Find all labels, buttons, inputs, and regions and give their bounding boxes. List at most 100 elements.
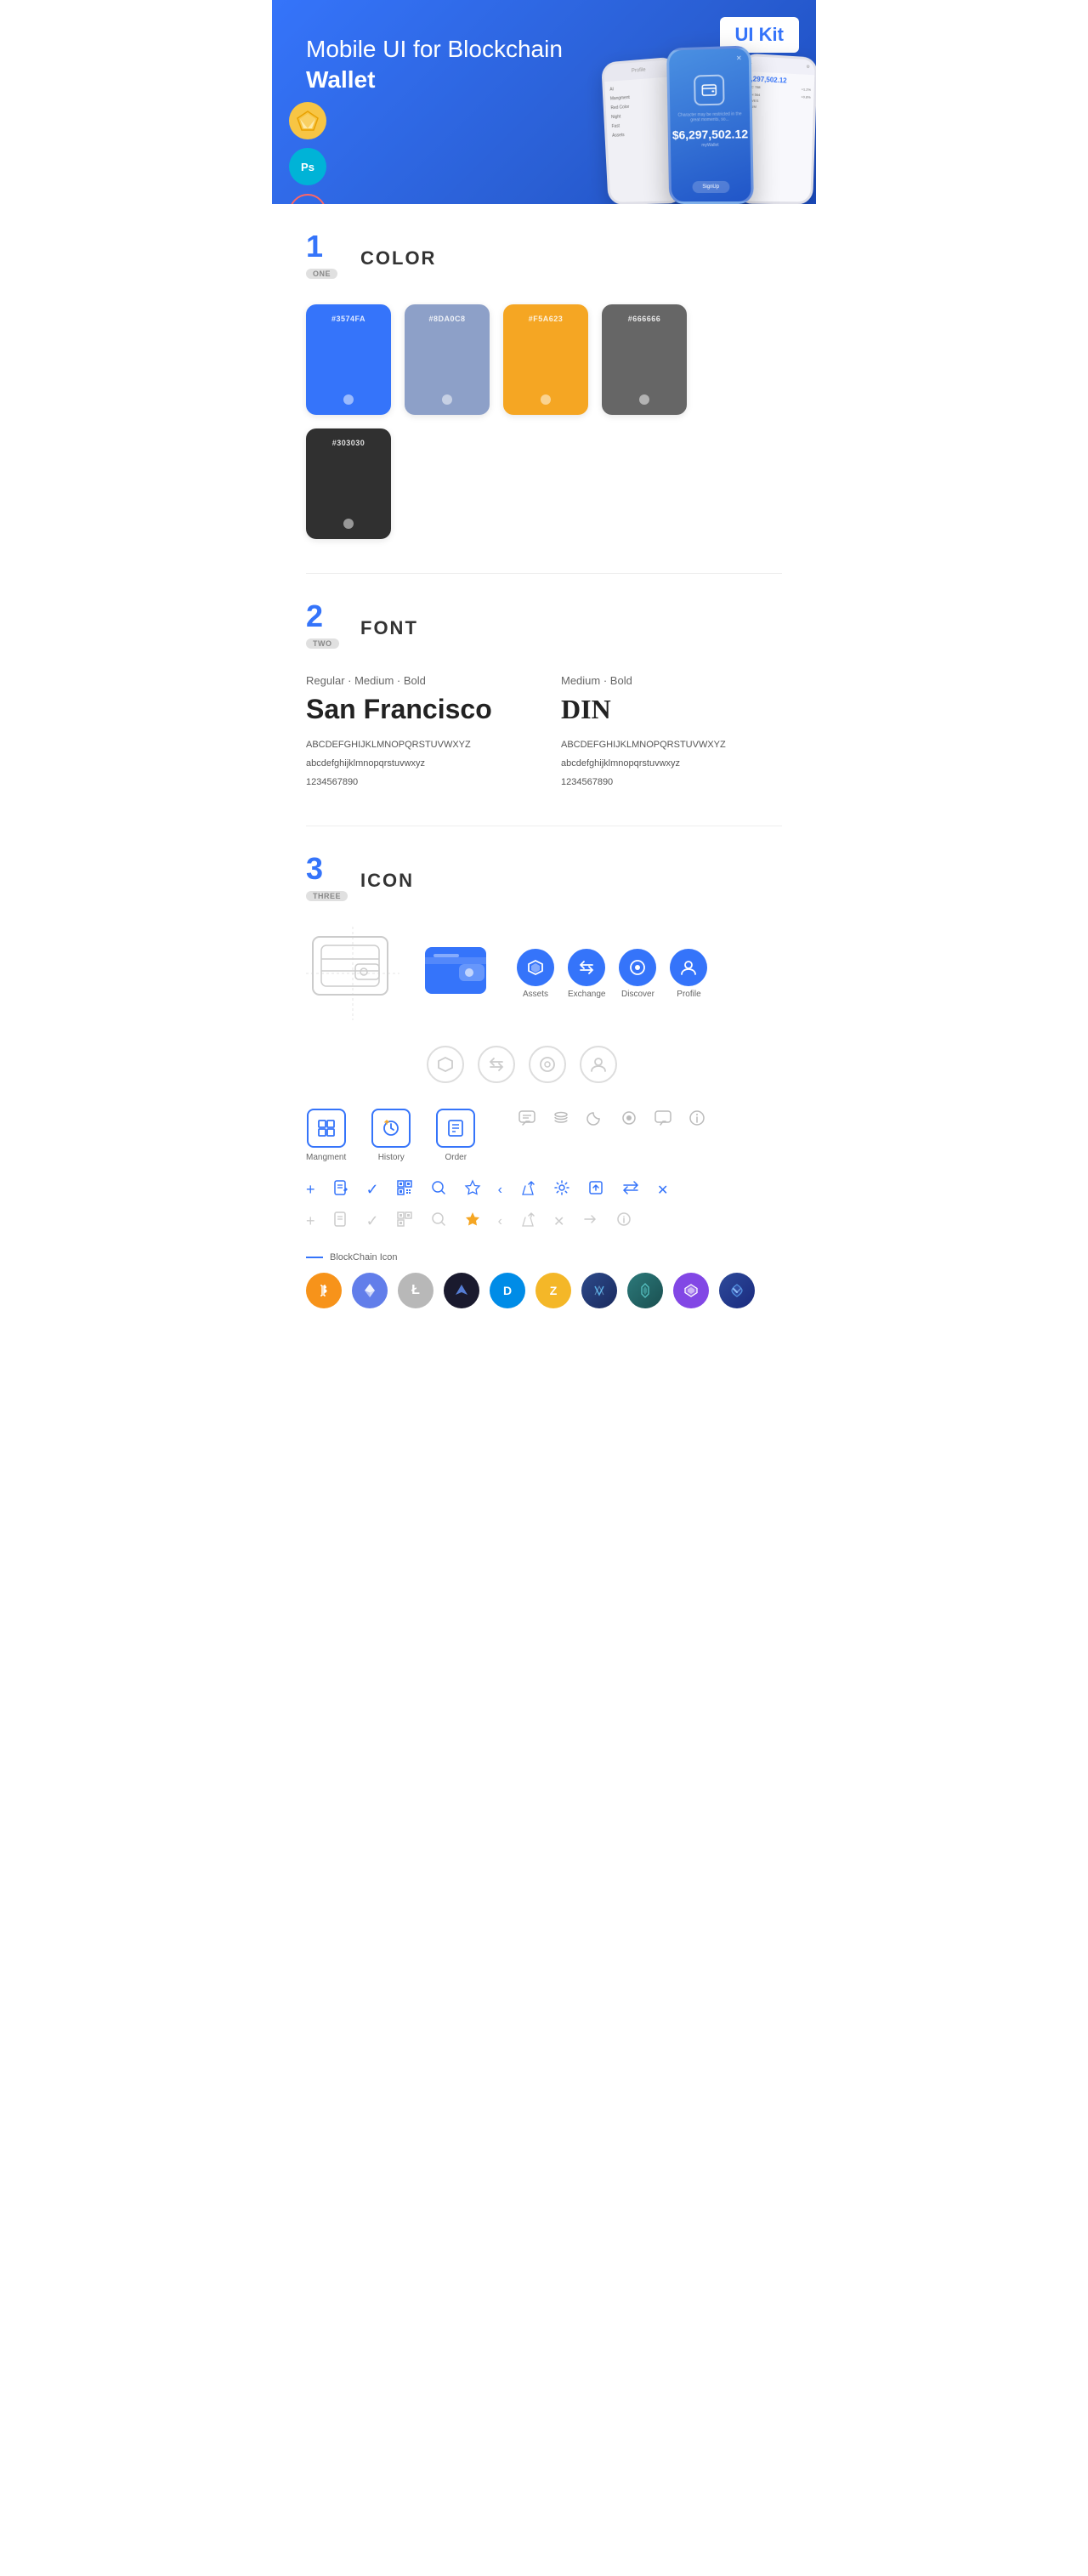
icon-number-large: 3	[306, 854, 323, 884]
ps-badge: Ps	[289, 148, 326, 185]
plus-icon-gray: +	[306, 1212, 315, 1230]
info-icon-gray	[615, 1211, 632, 1232]
icon-title: ICON	[360, 870, 414, 892]
arrow-right-icon-gray	[581, 1211, 598, 1232]
hero-section: Mobile UI for Blockchain Wallet UI Kit P…	[272, 0, 816, 204]
chainlink-icon	[719, 1273, 755, 1308]
phone-mockups: Profile AI Mangment Red Color Night Fast…	[604, 47, 816, 204]
blockchain-label: BlockChain Icon	[330, 1252, 398, 1262]
search-icon-gray	[430, 1211, 447, 1232]
color-title: COLOR	[360, 247, 436, 270]
font-number-large: 2	[306, 601, 323, 632]
close-icon-gray: ✕	[553, 1213, 564, 1230]
speech-bubble-icon	[654, 1109, 672, 1132]
discover-icon-outline	[529, 1046, 566, 1083]
doc-edit-icon	[332, 1179, 349, 1200]
font-title: FONT	[360, 617, 418, 639]
discover-icon-circle	[619, 949, 656, 986]
dash-icon: D	[490, 1273, 525, 1308]
hero-title: Mobile UI for Blockchain Wallet	[306, 34, 578, 96]
hero-title-regular: Mobile UI for Blockchain	[306, 36, 563, 62]
crypto-icons: Ł D Z	[306, 1273, 782, 1308]
color-swatch-gray: #666666	[602, 304, 687, 415]
wallet-icon-blue	[420, 933, 496, 1014]
ps-label: Ps	[301, 161, 314, 173]
color-swatch-blue: #3574FA	[306, 304, 391, 415]
assets-icon-outline	[427, 1046, 464, 1083]
color-section: 1 ONE COLOR #3574FA #8DA0C8 #F5A623 #666…	[272, 204, 816, 573]
exchange-icon-circle	[568, 949, 605, 986]
profile-icon-circle	[670, 949, 707, 986]
search-icon	[430, 1179, 447, 1200]
management-icon	[307, 1109, 346, 1148]
ethereum-icon	[352, 1273, 388, 1308]
exchange-icon-item: Exchange	[568, 949, 605, 999]
sketch-badge	[289, 102, 326, 139]
phone-2: ✕ Character may be restricted in the gre…	[666, 45, 754, 204]
waves-icon	[444, 1273, 479, 1308]
plus-icon: +	[306, 1181, 315, 1199]
mgmt-icons-row: Mangment History	[306, 1109, 782, 1162]
discover-icon-item: Discover	[619, 949, 656, 999]
color-number-large: 1	[306, 231, 323, 262]
share-icon-gray	[519, 1211, 536, 1232]
nav-icons-inactive	[427, 1046, 782, 1083]
color-swatches: #3574FA #8DA0C8 #F5A623 #666666 #303030	[306, 304, 782, 539]
profile-icon-outline	[580, 1046, 617, 1083]
utility-icons-blue: + ✓	[306, 1179, 782, 1200]
color-section-header: 1 ONE COLOR	[306, 238, 782, 279]
order-icon-item: Order	[436, 1109, 475, 1162]
zcash-icon: Z	[536, 1273, 571, 1308]
screens-badge: 60+ Screens	[289, 194, 326, 204]
moon-icon	[586, 1109, 604, 1132]
blockchain-line	[306, 1257, 323, 1258]
font-number-word: TWO	[306, 638, 339, 649]
blockchain-label-row: BlockChain Icon	[306, 1252, 782, 1262]
hero-badges: Ps 60+ Screens	[289, 102, 326, 204]
litecoin-icon: Ł	[398, 1273, 434, 1308]
color-swatch-dark: #303030	[306, 428, 391, 539]
hero-title-bold: Wallet	[306, 66, 375, 93]
stack-icon	[552, 1109, 570, 1132]
check-icon-gray: ✓	[366, 1212, 379, 1230]
star-outline-icon	[464, 1179, 481, 1200]
upload-icon	[587, 1179, 604, 1200]
utility-icons-gray: + ✓	[306, 1211, 782, 1232]
font-section: 2 TWO FONT Regular · Medium · Bold San F…	[272, 574, 816, 826]
assets-icon-circle	[517, 949, 554, 986]
nav-icons-active: Assets Exchange	[517, 949, 707, 999]
gear-icon	[553, 1179, 570, 1200]
back-arrow-icon: ‹	[498, 1183, 502, 1198]
doc-edit-icon-gray	[332, 1211, 349, 1232]
share-icon	[519, 1179, 536, 1200]
color-swatch-orange: #F5A623	[503, 304, 588, 415]
order-icon	[436, 1109, 475, 1148]
iota-icon	[581, 1273, 617, 1308]
color-section-number: 1 ONE	[306, 238, 347, 279]
color-swatch-gray-blue: #8DA0C8	[405, 304, 490, 415]
check-icon: ✓	[366, 1181, 379, 1199]
font-columns: Regular · Medium · Bold San Francisco AB…	[306, 674, 782, 792]
polygon-icon	[673, 1273, 709, 1308]
icon-number-word: THREE	[306, 891, 348, 901]
history-icon-item: History	[371, 1109, 411, 1162]
font-section-header: 2 TWO FONT	[306, 608, 782, 649]
qr-icon	[396, 1179, 413, 1200]
star-filled-icon	[464, 1211, 481, 1232]
icon-section-header: 3 THREE ICON	[306, 860, 782, 901]
qr-icon-gray	[396, 1211, 413, 1232]
wallet-wireframe-1	[306, 927, 400, 1020]
color-number-word: ONE	[306, 269, 337, 279]
icon-section: 3 THREE ICON	[272, 826, 816, 1342]
management-icon-item: Mangment	[306, 1109, 346, 1162]
cardano-icon	[627, 1273, 663, 1308]
close-icon: ✕	[657, 1182, 668, 1199]
assets-icon-item: Assets	[517, 949, 554, 999]
icon-section-number: 3 THREE	[306, 860, 347, 901]
info-icon	[688, 1109, 706, 1132]
profile-icon-item: Profile	[670, 949, 707, 999]
chat-icon	[518, 1109, 536, 1132]
font-section-number: 2 TWO	[306, 608, 347, 649]
circle-icon	[620, 1109, 638, 1132]
wallet-icons-row: Assets Exchange	[306, 927, 782, 1020]
